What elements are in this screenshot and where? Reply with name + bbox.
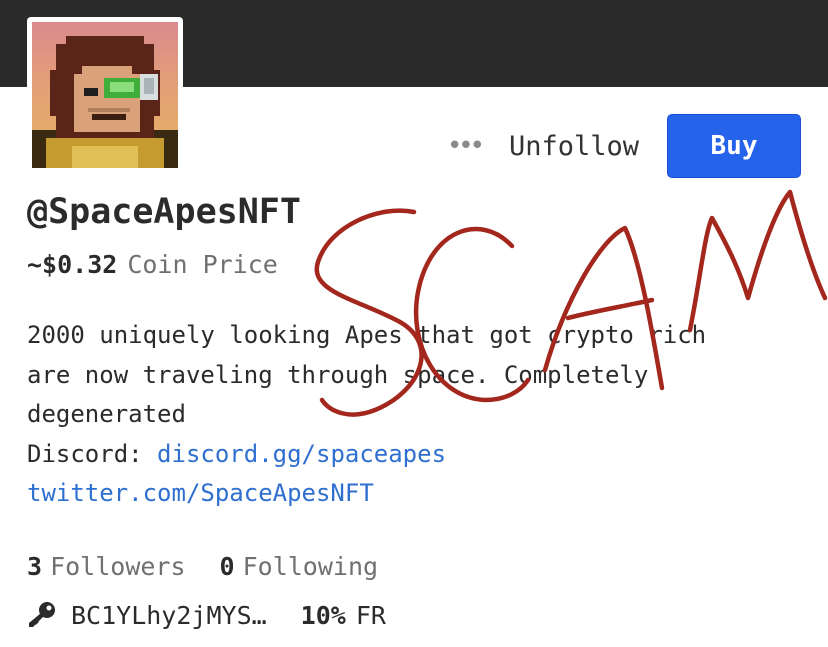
discord-label: Discord: <box>27 439 158 468</box>
avatar-frame <box>27 17 183 173</box>
more-dots-icon[interactable]: ••• <box>447 133 485 159</box>
wallet-info: BC1YLhy2jMYS… 10% FR <box>27 600 386 630</box>
pixel-ape-avatar-icon <box>32 36 178 168</box>
followers-stat[interactable]: 3 Followers <box>27 552 186 581</box>
bio-discord-line: Discord: discord.gg/spaceapes <box>27 435 817 475</box>
followers-label: Followers <box>50 552 186 581</box>
followers-count: 3 <box>27 552 43 581</box>
discord-link[interactable]: discord.gg/spaceapes <box>157 440 446 468</box>
buy-button-label: Buy <box>710 131 758 161</box>
following-label: Following <box>242 552 379 581</box>
profile-bio: 2000 uniquely looking Apes that got cryp… <box>27 316 817 514</box>
founder-reward-value: 10% <box>300 600 346 630</box>
buy-button[interactable]: Buy <box>667 114 801 178</box>
bio-twitter-line: twitter.com/SpaceApesNFT <box>27 474 817 514</box>
avatar[interactable] <box>32 22 178 168</box>
coin-price-value: ~$0.32 <box>27 250 118 279</box>
following-stat[interactable]: 0 Following <box>220 552 379 581</box>
unfollow-button[interactable]: Unfollow <box>509 131 639 162</box>
profile-actions: ••• Unfollow Buy <box>447 114 801 178</box>
wallet-address[interactable]: BC1YLhy2jMYS… <box>71 601 267 630</box>
coin-price-label: Coin Price <box>127 250 278 279</box>
following-count: 0 <box>219 552 235 581</box>
bio-line: are now traveling through space. Complet… <box>27 360 649 389</box>
follow-stats: 3 Followers 0 Following <box>27 552 378 581</box>
bio-line: degenerated <box>27 400 186 428</box>
coin-price: ~$0.32 Coin Price <box>27 250 278 279</box>
key-icon <box>29 602 55 627</box>
profile-handle: @SpaceApesNFT <box>27 192 301 232</box>
founder-reward-label: FR <box>355 600 386 630</box>
twitter-link[interactable]: twitter.com/SpaceApesNFT <box>27 479 374 507</box>
bio-line: 2000 uniquely looking Apes that got cryp… <box>27 321 707 349</box>
